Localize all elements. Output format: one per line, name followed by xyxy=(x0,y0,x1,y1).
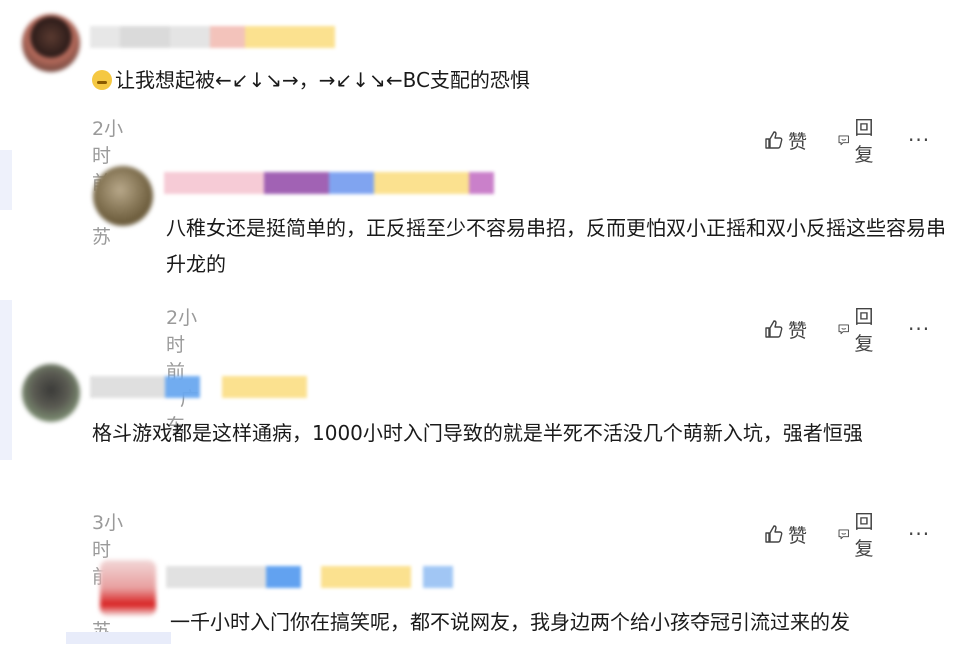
username-blurred[interactable] xyxy=(166,566,453,588)
reply-button[interactable]: 回复 xyxy=(837,507,880,561)
bottom-accent-bar xyxy=(66,632,171,644)
like-button[interactable]: 赞 xyxy=(764,521,807,548)
like-button[interactable]: 赞 xyxy=(764,127,807,154)
like-label: 赞 xyxy=(788,130,808,153)
comment-text: 格斗游戏都是这样通病，1000小时入门导致的就是半死不活没几个萌新入坑，强者恒强 xyxy=(92,421,863,445)
reply-label: 回复 xyxy=(854,117,874,166)
comment-text: 一千小时入门你在搞笑呢，都不说网友，我身边两个给小孩夺冠引流过来的发 xyxy=(170,610,850,634)
more-options-icon[interactable]: ··· xyxy=(908,128,930,152)
reply-bubble-icon xyxy=(838,135,849,146)
reply-button[interactable]: 回复 xyxy=(837,302,880,356)
comment-time: 2小时前 xyxy=(166,307,198,383)
reply-button[interactable]: 回复 xyxy=(837,113,880,167)
thumbs-up-icon xyxy=(765,525,783,543)
reply-bubble-icon xyxy=(838,529,849,540)
avatar[interactable] xyxy=(93,166,153,226)
more-options-icon[interactable]: ··· xyxy=(908,522,930,546)
comment-actions: 赞 回复 ··· xyxy=(764,507,930,561)
comment-text: 让我想起被←↙↓↘→，→↙↓↘←BC支配的恐惧 xyxy=(92,62,952,98)
comment-actions: 赞 回复 ··· xyxy=(764,302,930,356)
laughing-crying-emoji-icon xyxy=(92,70,112,90)
left-accent-bar xyxy=(0,150,12,210)
reply-label: 回复 xyxy=(854,306,874,355)
comment-text: 八稚女还是挺简单的，正反摇至少不容易串招，反而更怕双小正摇和双小反摇这些容易串升… xyxy=(166,216,946,276)
reply-bubble-icon xyxy=(838,324,849,335)
reply-label: 回复 xyxy=(854,511,874,560)
left-accent-bar xyxy=(0,300,12,460)
avatar[interactable] xyxy=(22,14,80,72)
username-blurred[interactable] xyxy=(164,172,494,194)
thumbs-up-icon xyxy=(765,320,783,338)
like-label: 赞 xyxy=(788,524,808,547)
like-button[interactable]: 赞 xyxy=(764,316,807,343)
comment-actions: 赞 回复 ··· xyxy=(764,113,930,167)
avatar[interactable] xyxy=(100,560,156,616)
like-label: 赞 xyxy=(788,319,808,342)
thumbs-up-icon xyxy=(765,131,783,149)
more-options-icon[interactable]: ··· xyxy=(908,317,930,341)
avatar[interactable] xyxy=(22,364,80,422)
username-blurred[interactable] xyxy=(90,376,307,398)
username-blurred[interactable] xyxy=(90,26,335,48)
